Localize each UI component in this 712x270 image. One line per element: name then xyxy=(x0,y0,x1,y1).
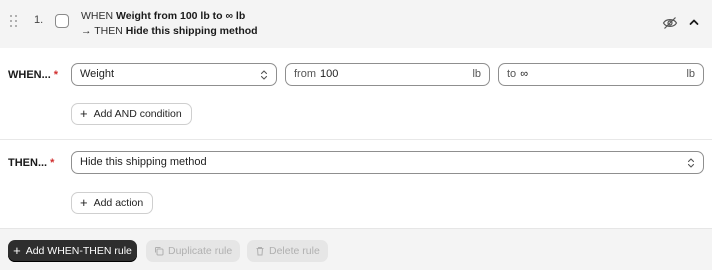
add-when-then-rule-button[interactable]: + Add WHEN-THEN rule xyxy=(8,240,137,262)
chevron-up-down-icon xyxy=(260,70,268,80)
action-select-value: Hide this shipping method xyxy=(80,156,207,168)
summary-then-action: Hide this shipping method xyxy=(125,25,258,37)
condition-select[interactable]: Weight xyxy=(71,63,277,86)
duplicate-rule-button[interactable]: Duplicate rule xyxy=(146,240,241,262)
action-select[interactable]: Hide this shipping method xyxy=(71,151,704,174)
then-label: THEN... * xyxy=(8,157,54,169)
to-weight-field[interactable]: to ∞ lb xyxy=(498,63,704,86)
from-weight-field[interactable]: from 100 lb xyxy=(285,63,490,86)
chevron-up-icon[interactable] xyxy=(688,16,700,28)
add-action-label: Add action xyxy=(93,197,144,209)
add-and-condition-label: Add AND condition xyxy=(93,108,182,120)
duplicate-rule-label: Duplicate rule xyxy=(168,245,233,257)
summary-then-prefix: → THEN xyxy=(81,25,123,37)
rule-summary: WHEN Weight from 100 lb to ∞ lb → THEN H… xyxy=(81,9,258,39)
plus-icon: + xyxy=(80,106,88,121)
condition-select-value: Weight xyxy=(80,68,115,80)
delete-rule-button[interactable]: Delete rule xyxy=(247,240,328,262)
plus-icon: + xyxy=(13,243,21,258)
rules-footer: + Add WHEN-THEN rule Duplicate rule Delet… xyxy=(0,228,712,270)
summary-when-condition: Weight from 100 lb to ∞ lb xyxy=(116,10,246,22)
rule-number: 1. xyxy=(34,14,44,26)
from-unit: lb xyxy=(472,68,481,80)
trash-icon xyxy=(256,247,264,256)
then-label-text: THEN... xyxy=(8,157,48,169)
section-divider xyxy=(0,139,712,140)
from-value: 100 xyxy=(320,68,339,80)
when-label-text: WHEN... xyxy=(8,69,51,81)
to-value: ∞ xyxy=(520,68,529,80)
drag-handle-icon[interactable] xyxy=(10,15,20,29)
add-and-condition-button[interactable]: + Add AND condition xyxy=(71,103,192,125)
plus-icon: + xyxy=(80,195,88,210)
required-mark: * xyxy=(50,157,55,169)
add-rule-label: Add WHEN-THEN rule xyxy=(25,245,132,257)
from-prefix: from xyxy=(294,68,316,80)
to-unit: lb xyxy=(686,68,695,80)
when-label: WHEN... * xyxy=(8,69,58,81)
duplicate-icon xyxy=(155,247,164,256)
required-mark: * xyxy=(53,69,59,81)
chevron-up-down-icon xyxy=(687,158,695,168)
hidden-eye-icon[interactable] xyxy=(662,16,678,30)
delete-rule-label: Delete rule xyxy=(269,245,320,257)
rule-select-checkbox[interactable] xyxy=(55,14,69,28)
rule-header[interactable]: 1. WHEN Weight from 100 lb to ∞ lb → THE… xyxy=(0,0,712,48)
to-prefix: to xyxy=(507,68,517,80)
summary-when-prefix: WHEN xyxy=(81,10,114,22)
add-action-button[interactable]: + Add action xyxy=(71,192,154,214)
